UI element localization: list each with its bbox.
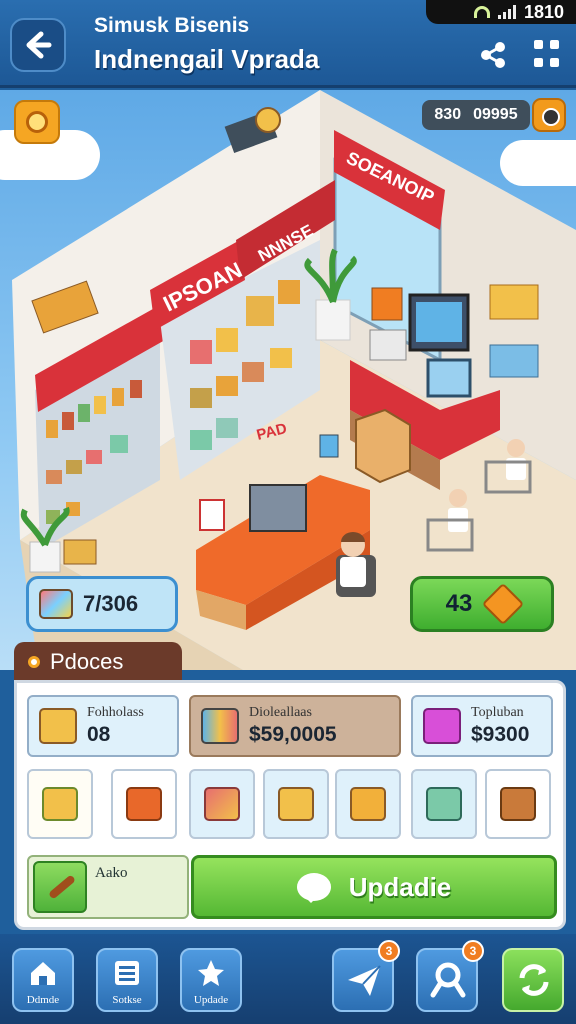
inventory-stat[interactable]: 7/306 [26,576,178,632]
action-row: Aako Updadie [27,855,557,919]
price-sign [199,499,225,531]
notification-badge: 3 [378,940,400,962]
gift-card-value: $9300 [471,723,530,746]
item-slot-basket[interactable] [485,769,551,839]
cash-register [249,484,307,532]
top-bar: 1810 Simusk Bisenis Indnengail Vprada [0,0,576,88]
update-button-label: Updadie [348,871,452,902]
revenue-card-value: $59,0005 [249,723,337,746]
register [369,329,407,361]
floor-box [63,539,97,565]
tool-label: Aako [95,865,128,881]
camera-button[interactable] [532,98,566,132]
box-icon [42,787,78,821]
products-tab[interactable]: Pdoces [14,642,182,682]
wall-shelf-goods [489,344,539,378]
menu-grid-icon[interactable] [534,40,564,70]
item-slot-packages[interactable] [189,769,255,839]
nav-exchange[interactable] [502,948,564,1012]
packages-icon [204,787,240,821]
nav-search[interactable]: 3 [416,940,484,1012]
crate-icon [278,787,314,821]
back-arrow-icon [26,31,52,59]
home-icon [31,962,55,985]
back-button[interactable] [10,18,66,72]
wall-shelf-boxes [489,284,539,320]
notification-badge: 3 [462,940,484,962]
nav-stats[interactable]: Sotkse [96,948,158,1012]
item-slot-box[interactable] [27,769,93,839]
nav-home-label: Ddmde [26,994,60,1006]
card-reader [319,434,339,458]
chat-bubble-icon [296,873,331,903]
money-value: 09995 [473,106,518,123]
nav-home[interactable]: Ddmde [12,948,74,1012]
plant-pot-left [29,541,61,573]
box-icon [39,708,77,744]
revenue-card[interactable]: Dioleallaas $59,0005 [189,695,401,757]
gem-icon [482,582,525,626]
gems-stat[interactable]: 43 [410,576,554,632]
item-slot-tray[interactable] [411,769,477,839]
game-subtitle: Simusk Bisenis [94,14,250,37]
inventory-value: 7/306 [83,591,139,616]
stock-card-label: Fohholass [87,705,144,720]
revenue-card-label: Dioleallaas [249,705,312,720]
stats-icon [115,961,139,985]
stock-card-value: 08 [87,723,111,746]
gems-value: 43 [445,590,473,617]
tool-slot[interactable]: Aako [27,855,189,919]
stock-card[interactable]: Fohholass 08 [27,695,179,757]
wall-poster [371,287,403,321]
plant-pot [315,299,351,341]
star-icon [198,960,224,986]
coins-button[interactable] [14,100,60,144]
search-icon [430,962,466,998]
customer-head [507,439,525,457]
bottom-nav: Ddmde Sotkse Updade 3 3 [0,934,576,1024]
money-label: 830 [434,106,462,123]
nav-upgrade-label: Updade [193,994,229,1006]
nav-send[interactable]: 3 [332,940,400,1012]
nav-stats-label: Sotkse [112,994,142,1006]
paper-plane-icon [348,965,381,996]
item-slot-table[interactable] [111,769,177,839]
tab-dot-icon [28,656,40,668]
money-counter: 830 09995 [422,100,530,130]
gift-card-label: Topluban [471,705,524,720]
cardboard-boxes [355,408,411,484]
products-tab-label: Pdoces [50,649,124,674]
tray-icon [426,787,462,821]
goods-box-icon [39,589,73,619]
wrench-icon [33,861,87,913]
coin-icon [26,111,48,133]
update-button[interactable]: Updadie [191,855,557,919]
cans-icon [201,708,239,744]
gift-icon [423,708,461,744]
status-bar: 1810 [426,0,576,24]
signal-icon [497,5,516,19]
item-slot-bag[interactable] [335,769,401,839]
cashier-body [340,557,366,587]
item-slot-crate[interactable] [263,769,329,839]
products-panel: Fohholass 08 Dioleallaas $59,0005 Toplub… [14,680,566,930]
nav-upgrade[interactable]: Updade [180,948,242,1012]
store-scene[interactable]: SOEANOIP IPSOAN NNNSE PAD 830 09995 7/30… [0,90,576,670]
bag-icon [350,787,386,821]
clock: 1810 [523,1,564,22]
customer-head [449,489,467,507]
hanging-coin [255,107,281,133]
wifi-icon [473,6,490,18]
page-title: Indnengail Vprada [94,44,320,74]
share-icon[interactable] [478,40,508,70]
tablet [426,358,472,398]
gift-card[interactable]: Topluban $9300 [411,695,553,757]
basket-icon [500,787,536,821]
currency-exchange-icon [519,964,549,996]
table-icon [126,787,162,821]
